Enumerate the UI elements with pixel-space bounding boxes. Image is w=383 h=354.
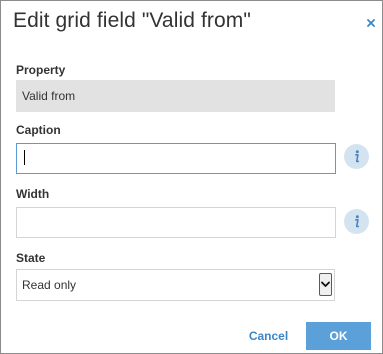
property-label: Property (16, 63, 66, 77)
close-icon[interactable] (365, 16, 377, 28)
width-label: Width (16, 187, 50, 201)
chevron-down-icon[interactable] (319, 273, 332, 296)
width-input[interactable] (16, 207, 336, 238)
caption-label: Caption (16, 123, 61, 137)
info-icon[interactable] (344, 144, 369, 169)
dialog-title: Edit grid field "Valid from" (13, 9, 251, 32)
cancel-button[interactable]: Cancel (241, 323, 296, 349)
info-icon[interactable] (344, 209, 369, 234)
property-value: Valid from (16, 80, 335, 112)
state-select[interactable]: Read only (16, 269, 335, 301)
text-caret (24, 150, 25, 165)
caption-input[interactable] (16, 143, 336, 174)
state-selected-value: Read only (22, 278, 77, 292)
edit-grid-field-dialog: Edit grid field "Valid from" Property Va… (0, 0, 383, 354)
ok-button[interactable]: OK (306, 322, 371, 350)
state-label: State (16, 251, 46, 265)
